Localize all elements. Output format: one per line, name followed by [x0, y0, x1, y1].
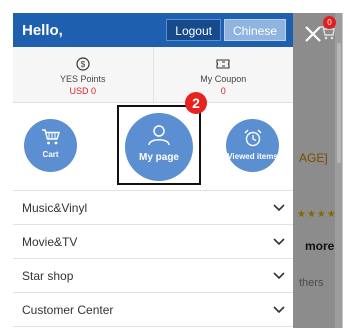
menu-item-star-shop[interactable]: Star shop	[13, 259, 293, 293]
yes-points-stat[interactable]: $ YES Points USD 0	[13, 47, 153, 102]
drawer-header: Hello, Logout Chinese	[13, 13, 293, 47]
menu-item-music-vinyl[interactable]: Music&Vinyl	[13, 191, 293, 225]
chevron-down-icon	[273, 271, 285, 279]
my-coupon-label: My Coupon	[200, 74, 247, 84]
shortcut-buttons: Cart My page Viewed items 2	[13, 92, 293, 191]
scrollbar-thumb[interactable]	[337, 43, 341, 163]
svg-text:$: $	[81, 60, 86, 69]
my-coupon-value: 0	[220, 86, 226, 96]
menu-item-movie-tv[interactable]: Movie&TV	[13, 225, 293, 259]
my-coupon-stat[interactable]: My Coupon 0	[152, 47, 294, 102]
close-button[interactable]	[300, 21, 326, 47]
app-frame: AGE] ★★★★ more thers 0 Hello, Logout Chi…	[13, 13, 343, 328]
yes-points-value: USD 0	[69, 86, 96, 96]
account-stats: $ YES Points USD 0 My Coupon 0	[13, 47, 293, 103]
coupon-ticket-icon	[216, 59, 230, 69]
viewed-items-shortcut-label: Viewed items	[227, 152, 278, 161]
category-menu: Music&Vinyl Movie&TV Star shop Customer …	[13, 191, 293, 327]
close-icon	[305, 26, 321, 42]
menu-item-customer-center[interactable]: Customer Center	[13, 293, 293, 327]
menu-item-label: Movie&TV	[22, 234, 78, 249]
menu-item-label: Customer Center	[22, 302, 114, 317]
cart-shortcut-label: Cart	[42, 150, 59, 159]
viewed-items-shortcut-button[interactable]: Viewed items	[226, 119, 279, 172]
chevron-down-icon	[273, 237, 285, 245]
tutorial-highlight-box	[117, 105, 201, 185]
dollar-coin-icon: $	[76, 57, 90, 71]
step-number-badge: 2	[185, 92, 207, 114]
chevron-down-icon	[273, 305, 285, 313]
yes-points-label: YES Points	[59, 74, 106, 84]
alarm-clock-icon	[244, 129, 261, 147]
cart-icon	[41, 129, 60, 145]
logout-button[interactable]: Logout	[166, 19, 221, 41]
side-drawer: Hello, Logout Chinese $ YES Points USD 0	[13, 13, 293, 328]
menu-item-label: Star shop	[22, 268, 74, 283]
greeting-text: Hello,	[22, 21, 63, 39]
language-button[interactable]: Chinese	[223, 19, 286, 41]
chevron-down-icon	[273, 203, 285, 211]
menu-item-label: Music&Vinyl	[22, 200, 88, 215]
cart-shortcut-button[interactable]: Cart	[24, 119, 77, 172]
